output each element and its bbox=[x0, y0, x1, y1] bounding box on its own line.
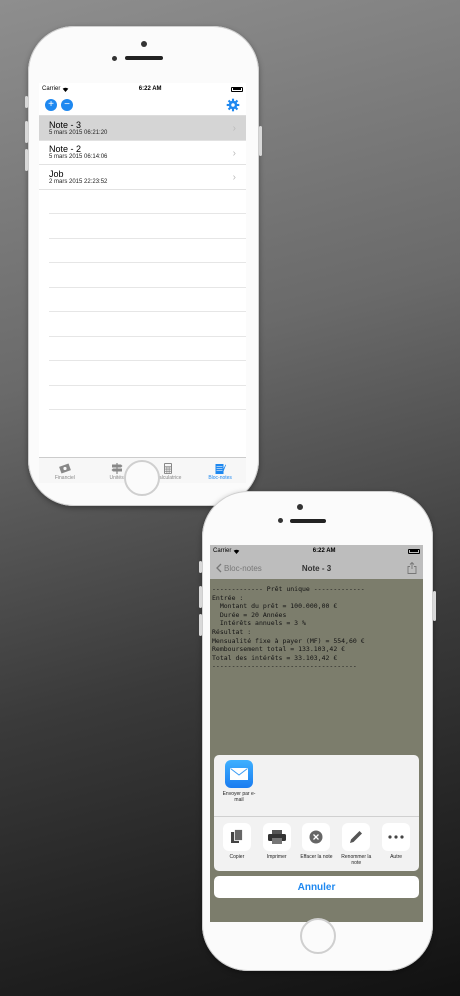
back-label: Bloc-notes bbox=[224, 563, 262, 573]
tab-financiel[interactable]: Financiel bbox=[39, 458, 91, 483]
empty-row bbox=[49, 239, 246, 263]
add-note-button[interactable]: + bbox=[45, 99, 57, 111]
note-date: 5 mars 2015 06:21:20 bbox=[49, 129, 108, 136]
rename-note-label: Renommer la note bbox=[341, 854, 372, 866]
mail-share-button[interactable]: Envoyer par e-mail bbox=[219, 760, 259, 803]
phone-frame-note-detail: Carrier 6:22 AM Bloc-notes Note - 3 ----… bbox=[199, 491, 436, 971]
more-button[interactable]: Autre bbox=[379, 823, 413, 866]
notepad-icon bbox=[215, 464, 227, 474]
calculator-icon bbox=[164, 463, 173, 474]
battery-icon bbox=[407, 548, 420, 554]
empty-row bbox=[49, 288, 246, 312]
phone-frame-notes-list: Carrier 6:22 AM + − Note - 3 5 mars 2015… bbox=[25, 26, 262, 506]
note-date: 2 mars 2015 22:23:52 bbox=[49, 178, 108, 185]
earpiece-speaker bbox=[290, 519, 326, 523]
share-actions: Copier Imprimer Effacer la note Renommer… bbox=[214, 817, 419, 866]
clear-note-label: Effacer la note bbox=[300, 854, 333, 860]
note-title: Job bbox=[49, 168, 64, 179]
mute-switch bbox=[199, 561, 202, 573]
earpiece-speaker bbox=[125, 56, 163, 60]
mail-icon bbox=[225, 760, 253, 788]
volume-down-button bbox=[199, 614, 202, 636]
navigation-bar: Bloc-notes Note - 3 bbox=[210, 557, 423, 579]
status-bar: Carrier 6:22 AM bbox=[39, 83, 246, 95]
proximity-sensor bbox=[112, 56, 117, 61]
mail-share-label: Envoyer par e-mail bbox=[222, 791, 256, 803]
clear-note-button[interactable]: Effacer la note bbox=[299, 823, 333, 866]
more-label: Autre bbox=[390, 854, 403, 860]
clock: 6:22 AM bbox=[138, 86, 162, 92]
back-button[interactable]: Bloc-notes bbox=[216, 563, 262, 573]
empty-row bbox=[49, 214, 246, 239]
notes-toolbar: + − bbox=[39, 95, 246, 116]
more-icon bbox=[388, 835, 404, 839]
power-button bbox=[433, 591, 436, 621]
chevron-right-icon: › bbox=[232, 147, 236, 159]
chevron-right-icon: › bbox=[232, 123, 236, 134]
clear-icon bbox=[309, 830, 323, 844]
note-date: 5 mars 2015 06:14:06 bbox=[49, 154, 108, 161]
front-camera bbox=[297, 504, 303, 510]
home-button[interactable] bbox=[124, 460, 160, 496]
status-bar: Carrier 6:22 AM bbox=[210, 545, 423, 557]
power-button bbox=[259, 126, 262, 156]
screen-note-detail: Carrier 6:22 AM Bloc-notes Note - 3 ----… bbox=[210, 545, 423, 922]
copy-label: Copier bbox=[229, 854, 245, 860]
print-button[interactable]: Imprimer bbox=[260, 823, 294, 866]
note-title: Note - 2 bbox=[49, 144, 82, 155]
empty-row bbox=[49, 312, 246, 337]
mute-switch bbox=[25, 96, 28, 108]
empty-row bbox=[49, 361, 246, 386]
tab-label: Financiel bbox=[54, 475, 75, 481]
list-item[interactable]: Note - 2 5 mars 2015 06:14:06 › bbox=[39, 141, 246, 165]
share-sheet: Envoyer par e-mail Copier Imprimer Effac… bbox=[214, 755, 419, 871]
notes-list: Note - 3 5 mars 2015 06:21:20 › Note - 2… bbox=[39, 116, 246, 410]
pencil-icon bbox=[350, 831, 363, 843]
cancel-button[interactable]: Annuler bbox=[214, 876, 419, 898]
remove-note-button[interactable]: − bbox=[61, 99, 73, 111]
volume-down-button bbox=[25, 149, 28, 171]
chevron-left-icon bbox=[216, 563, 222, 573]
list-item[interactable]: Note - 3 5 mars 2015 06:21:20 › bbox=[39, 116, 246, 141]
list-item[interactable]: Job 2 mars 2015 22:23:52 › bbox=[39, 165, 246, 190]
print-label: Imprimer bbox=[266, 854, 287, 860]
wifi-icon bbox=[234, 549, 240, 554]
volume-up-button bbox=[25, 121, 28, 143]
copy-icon bbox=[230, 829, 243, 843]
volume-up-button bbox=[199, 586, 202, 608]
copy-button[interactable]: Copier bbox=[220, 823, 254, 866]
wifi-icon bbox=[63, 87, 69, 92]
note-title: Note - 3 bbox=[49, 119, 82, 130]
battery-icon bbox=[230, 86, 243, 92]
empty-row bbox=[49, 337, 246, 361]
proximity-sensor bbox=[278, 518, 283, 523]
home-button[interactable] bbox=[300, 918, 336, 954]
rename-note-button[interactable]: Renommer la note bbox=[339, 823, 373, 866]
chevron-right-icon: › bbox=[232, 172, 236, 183]
money-icon bbox=[58, 463, 71, 474]
front-camera bbox=[141, 41, 147, 47]
tab-bloc-notes[interactable]: Bloc-notes bbox=[194, 458, 246, 483]
printer-icon bbox=[267, 830, 286, 844]
tab-label: Bloc-notes bbox=[208, 475, 232, 481]
screen-notes-list: Carrier 6:22 AM + − Note - 3 5 mars 2015… bbox=[39, 83, 246, 483]
share-icon[interactable] bbox=[407, 562, 417, 574]
carrier-label: Carrier bbox=[213, 548, 232, 554]
clock: 6:22 AM bbox=[312, 548, 336, 554]
tab-label: Unités bbox=[109, 475, 124, 481]
empty-row bbox=[49, 263, 246, 288]
empty-row bbox=[49, 386, 246, 410]
gear-icon[interactable] bbox=[226, 98, 240, 112]
signpost-icon bbox=[111, 463, 123, 474]
empty-row bbox=[49, 190, 246, 214]
carrier-label: Carrier bbox=[42, 86, 61, 92]
